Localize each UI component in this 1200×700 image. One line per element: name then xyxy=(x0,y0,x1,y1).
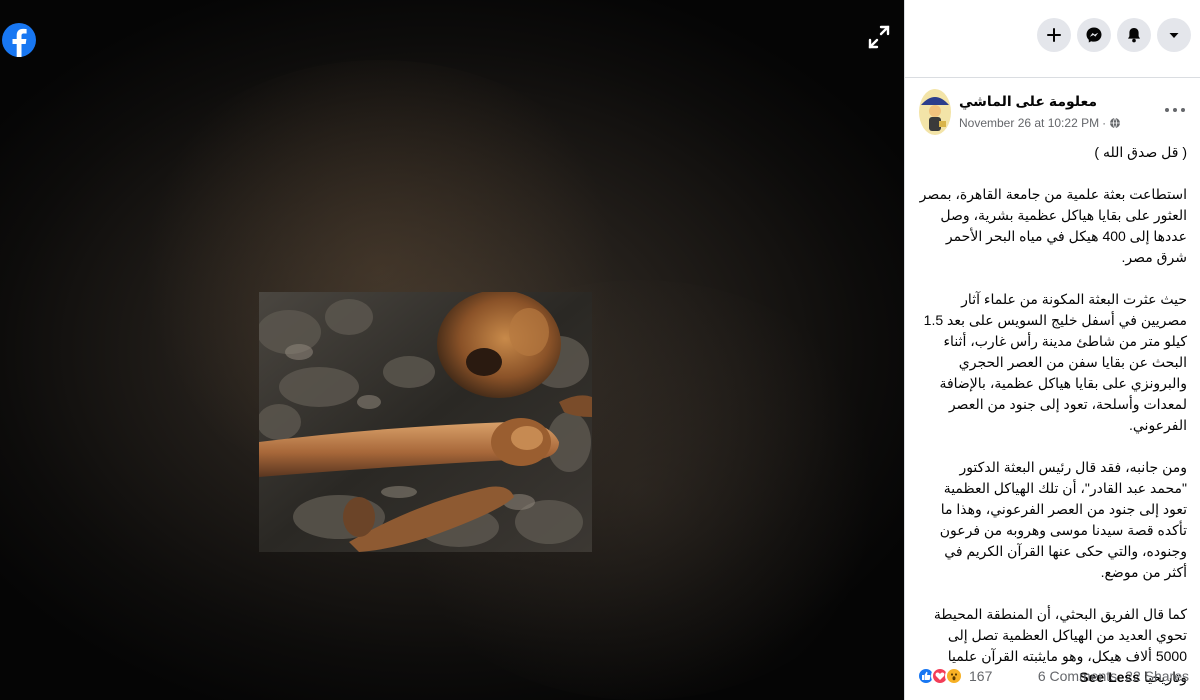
globe-icon[interactable] xyxy=(1109,117,1121,129)
post-header: معلومة على الماشي November 26 at 10:22 P… xyxy=(905,88,1200,138)
reactions-summary[interactable]: 167 xyxy=(917,667,992,685)
post-timestamp[interactable]: November 26 at 10:22 PM xyxy=(959,116,1099,130)
wow-reaction-icon xyxy=(945,667,963,685)
facebook-logo-icon[interactable] xyxy=(1,18,37,62)
post-text: ( قل صدق الله ) استطاعت بعثة علمية من جا… xyxy=(919,142,1187,700)
caret-down-icon xyxy=(1169,33,1179,38)
more-options-icon[interactable] xyxy=(1165,100,1185,120)
bell-icon xyxy=(1128,28,1140,43)
post-photo xyxy=(259,292,592,552)
post-paragraph: استطاعت بعثة علمية من جامعة القاهرة، بمص… xyxy=(919,186,1187,265)
messenger-button[interactable] xyxy=(1077,18,1111,52)
meta-separator: · xyxy=(1102,116,1107,130)
post-panel: معلومة على الماشي November 26 at 10:22 P… xyxy=(904,0,1200,700)
messenger-icon xyxy=(1086,27,1102,43)
post-paragraph: ( قل صدق الله ) xyxy=(1094,144,1187,160)
notifications-button[interactable] xyxy=(1117,18,1151,52)
post-paragraph: حيث عثرت البعثة المكونة من علماء آثار مص… xyxy=(923,291,1187,433)
top-bar xyxy=(905,0,1200,78)
author-name[interactable]: معلومة على الماشي xyxy=(959,93,1097,110)
reaction-count: 167 xyxy=(969,668,993,684)
plus-icon xyxy=(1047,28,1061,42)
comments-count-link[interactable]: 6 Comments xyxy=(1038,668,1117,684)
post-stats: 6 Comments 22 Shares xyxy=(1038,668,1189,684)
expand-icon[interactable] xyxy=(867,24,891,50)
author-avatar[interactable] xyxy=(919,89,951,135)
post-paragraph: ومن جانبه، فقد قال رئيس البعثة الدكتور "… xyxy=(939,459,1187,580)
account-menu-button[interactable] xyxy=(1157,18,1191,52)
shares-count-link[interactable]: 22 Shares xyxy=(1125,668,1189,684)
post-meta: November 26 at 10:22 PM · xyxy=(959,116,1121,130)
post-footer: 167 6 Comments 22 Shares xyxy=(905,660,1200,692)
create-button[interactable] xyxy=(1037,18,1071,52)
photo-viewer xyxy=(0,0,904,700)
